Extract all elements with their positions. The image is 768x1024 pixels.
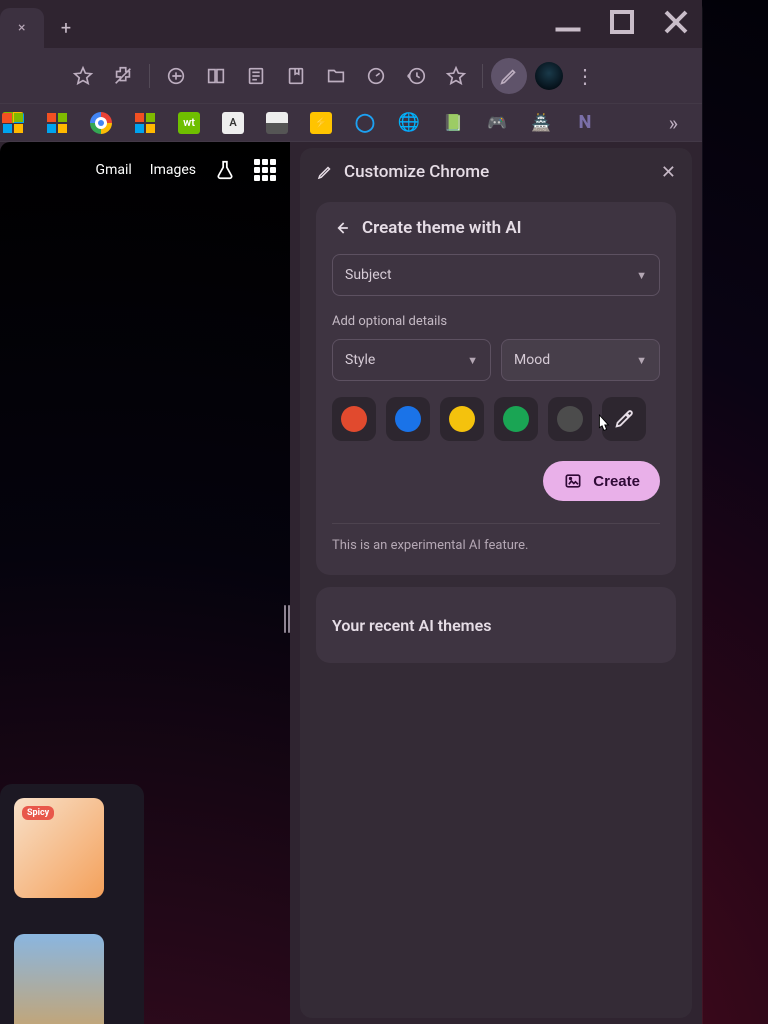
subject-label: Subject (345, 267, 392, 283)
create-button[interactable]: Create (543, 461, 660, 501)
bookmark-outline-icon[interactable] (438, 58, 474, 94)
ntp-shortcuts-card: Spicy (0, 784, 144, 1024)
window-close-button[interactable] (656, 6, 696, 38)
bookmarks-bar: wt A ⚡ ◯ 🌐 📗 🎮 🏯 N » (0, 104, 702, 142)
color-swatch-yellow[interactable] (440, 397, 484, 441)
bookmark-item[interactable]: 🏯 (530, 112, 552, 134)
create-button-label: Create (593, 473, 640, 490)
chevron-down-icon: ▼ (636, 269, 647, 282)
ntp-shortcut[interactable] (14, 934, 104, 1024)
window-maximize-button[interactable] (602, 6, 642, 38)
mood-dropdown[interactable]: Mood ▼ (501, 339, 660, 381)
window-controls (548, 6, 696, 38)
bookmark-item[interactable] (134, 112, 156, 134)
bookmark-item[interactable] (46, 112, 68, 134)
extensions-icon[interactable] (105, 58, 141, 94)
toolbar-divider (482, 64, 483, 88)
labs-flask-icon[interactable] (214, 159, 236, 181)
active-tab[interactable]: × (0, 8, 44, 48)
reader-icon[interactable] (198, 58, 234, 94)
subject-dropdown[interactable]: Subject ▼ (332, 254, 660, 296)
address-toolbar: ⋮ (0, 48, 702, 104)
eyedropper-icon (613, 408, 635, 430)
color-picker-button[interactable] (602, 397, 646, 441)
customize-pencil-icon[interactable] (491, 58, 527, 94)
optional-details-label: Add optional details (332, 314, 660, 329)
ntp-gmail-link[interactable]: Gmail (96, 162, 132, 178)
ai-disclaimer: This is an experimental AI feature. (332, 538, 660, 553)
google-apps-icon[interactable] (254, 159, 276, 181)
bookmark-item[interactable]: ◯ (354, 112, 376, 134)
toolbar-divider (149, 64, 150, 88)
bookmark-item[interactable]: 🌐 (398, 112, 420, 134)
bookmark-item[interactable]: wt (178, 112, 200, 134)
bookmarks-overflow-icon[interactable]: » (669, 111, 678, 135)
back-arrow-icon[interactable] (332, 218, 352, 238)
ntp-shortcut[interactable]: Spicy (14, 798, 104, 898)
reading-list-icon[interactable] (238, 58, 274, 94)
bookmark-item[interactable]: N (574, 112, 596, 134)
color-swatch-green[interactable] (494, 397, 538, 441)
bookmark-item[interactable] (266, 112, 288, 134)
chevron-down-icon: ▼ (636, 354, 647, 367)
profile-avatar[interactable] (535, 62, 563, 90)
new-tab-button[interactable]: + (50, 12, 82, 44)
color-swatch-blue[interactable] (386, 397, 430, 441)
recent-themes-title: Your recent AI themes (332, 616, 491, 635)
chevron-down-icon: ▼ (467, 354, 478, 367)
style-dropdown[interactable]: Style ▼ (332, 339, 491, 381)
new-tab-page: Gmail Images Spicy (0, 142, 290, 1024)
color-swatch-gray[interactable] (548, 397, 592, 441)
image-sparkle-icon (563, 471, 583, 491)
bookmark-star-icon[interactable] (65, 58, 101, 94)
style-label: Style (345, 352, 375, 368)
pencil-icon (316, 163, 334, 181)
create-theme-card: Create theme with AI Subject ▼ Add optio… (316, 202, 676, 575)
browser-window: × + (0, 0, 702, 1024)
bookmark-item[interactable]: A (222, 112, 244, 134)
history-icon[interactable] (398, 58, 434, 94)
color-swatch-red[interactable] (332, 397, 376, 441)
panel-resize-handle[interactable] (284, 605, 294, 633)
notes-icon[interactable] (278, 58, 314, 94)
bookmark-item[interactable]: ⚡ (310, 112, 332, 134)
performance-icon[interactable] (358, 58, 394, 94)
panel-title: Customize Chrome (344, 162, 651, 182)
customize-side-panel: Customize Chrome ✕ Create theme with AI … (300, 148, 692, 1018)
card-heading: Create theme with AI (332, 218, 660, 238)
panel-header: Customize Chrome ✕ (300, 148, 692, 196)
card-divider (332, 523, 660, 524)
window-minimize-button[interactable] (548, 6, 588, 38)
bookmark-item[interactable] (90, 112, 112, 134)
recent-themes-card: Your recent AI themes (316, 587, 676, 663)
google-icon[interactable] (158, 58, 194, 94)
ntp-top-bar: Gmail Images (0, 142, 290, 197)
ntp-images-link[interactable]: Images (150, 162, 196, 178)
close-tab-icon[interactable]: × (14, 16, 29, 40)
panel-close-icon[interactable]: ✕ (661, 162, 676, 183)
mood-label: Mood (514, 352, 550, 368)
bookmark-item[interactable]: 📗 (442, 112, 464, 134)
bookmark-item[interactable] (2, 112, 24, 134)
create-theme-title: Create theme with AI (362, 218, 522, 238)
chrome-menu-icon[interactable]: ⋮ (571, 64, 599, 88)
files-icon[interactable] (318, 58, 354, 94)
bookmark-item[interactable]: 🎮 (486, 112, 508, 134)
color-swatches (332, 397, 660, 441)
